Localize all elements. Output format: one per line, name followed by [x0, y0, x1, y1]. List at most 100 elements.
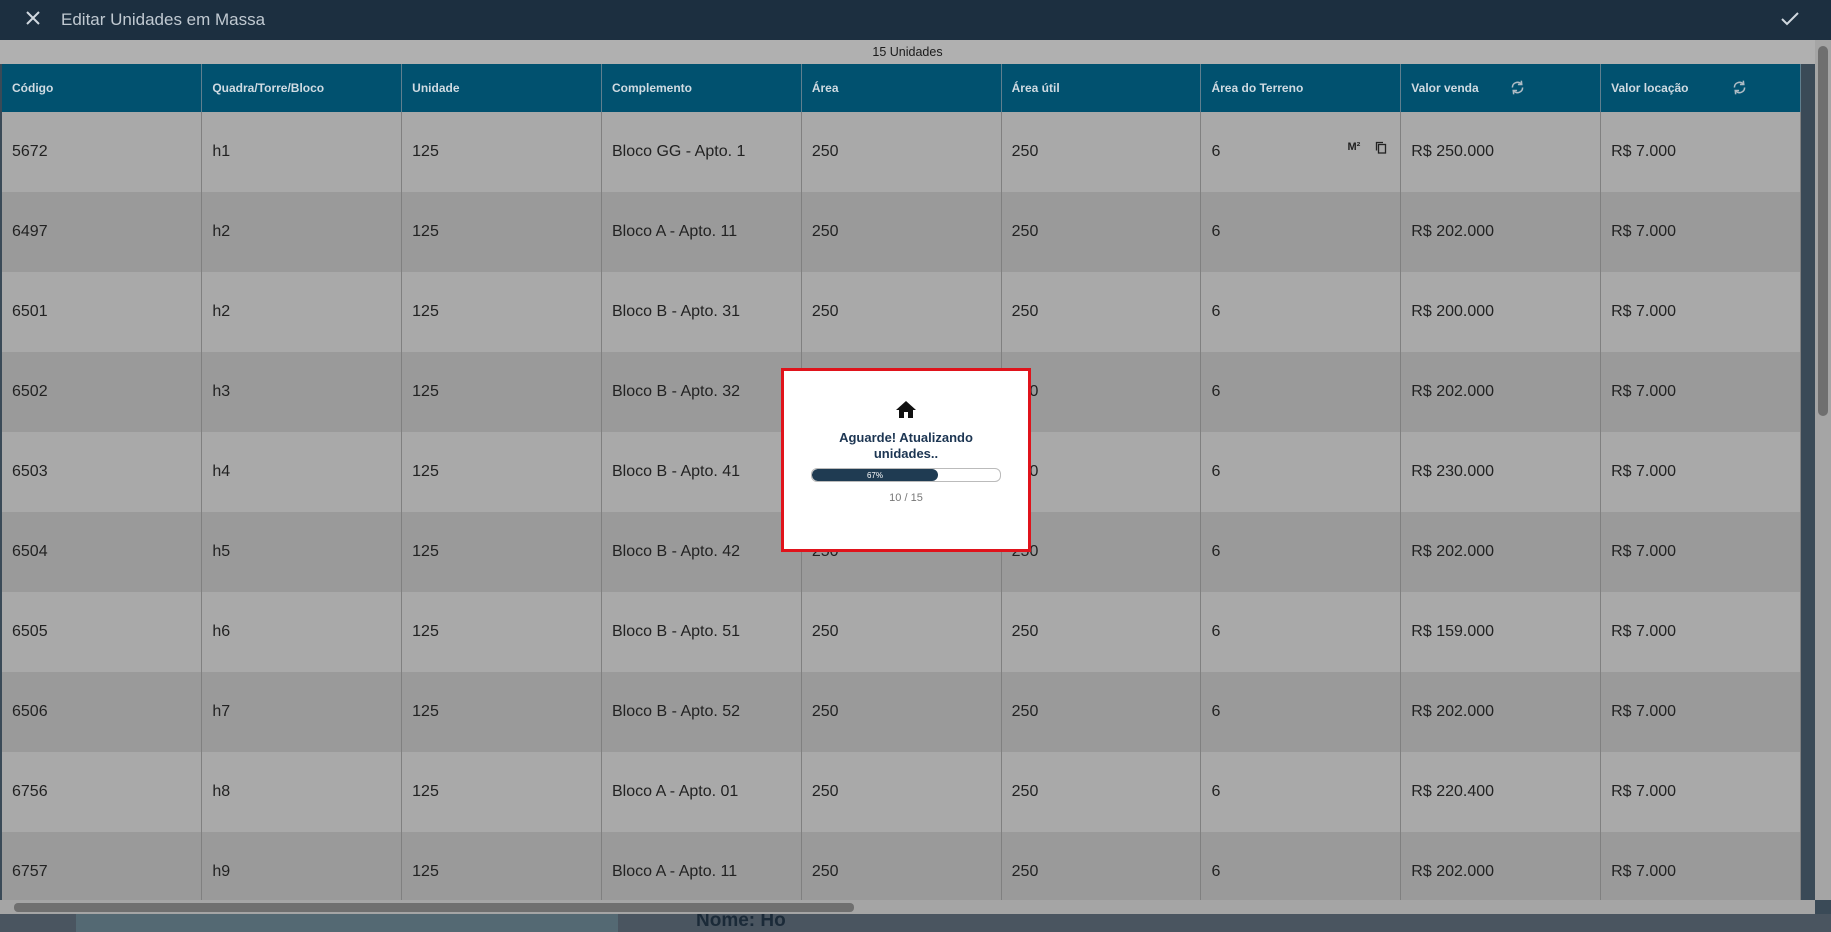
cell-valor-venda[interactable]: R$ 159.000 — [1400, 592, 1602, 672]
refresh-icon[interactable] — [1509, 79, 1526, 99]
cell-unidade[interactable]: 125 — [401, 192, 602, 272]
cell-area[interactable]: 250 — [801, 112, 1002, 192]
cell-codigo[interactable]: 6757 — [2, 832, 203, 900]
cell-valor-locacao[interactable]: R$ 7.000 — [1600, 112, 1801, 192]
cell-area[interactable]: 250 — [801, 672, 1002, 752]
cell-valor-venda[interactable]: R$ 220.400 — [1400, 752, 1602, 832]
cell-unidade[interactable]: 125 — [401, 592, 602, 672]
cell-unidade[interactable]: 125 — [401, 752, 602, 832]
cell-codigo[interactable]: 6503 — [2, 432, 203, 512]
cell-codigo[interactable]: 6502 — [2, 352, 203, 432]
cell-complemento[interactable]: Bloco A - Apto. 11 — [601, 192, 802, 272]
cell-valor-venda[interactable]: R$ 250.000 — [1400, 112, 1602, 192]
table-row[interactable]: 6497 h2 125 Bloco A - Apto. 11 250 250 6… — [2, 192, 1801, 272]
column-header[interactable]: Unidade — [401, 64, 602, 112]
copy-icon[interactable] — [1375, 141, 1387, 159]
cell-area-terreno[interactable]: 6 — [1200, 672, 1402, 752]
cell-area-util[interactable]: 250 — [1001, 832, 1202, 900]
cell-valor-locacao[interactable]: R$ 7.000 — [1600, 272, 1801, 352]
cell-area-terreno[interactable]: 6 — [1200, 752, 1402, 832]
cell-quadra[interactable]: h8 — [201, 752, 403, 832]
cell-complemento[interactable]: Bloco B - Apto. 32 — [601, 352, 802, 432]
cell-valor-venda[interactable]: R$ 202.000 — [1400, 352, 1602, 432]
cell-unidade[interactable]: 125 — [401, 672, 602, 752]
table-row[interactable]: 5672 h1 125 Bloco GG - Apto. 1 250 250 6… — [2, 112, 1801, 192]
cell-area[interactable]: 250 — [801, 752, 1002, 832]
cell-quadra[interactable]: h2 — [201, 272, 403, 352]
cell-valor-venda[interactable]: R$ 202.000 — [1400, 832, 1602, 900]
cell-valor-locacao[interactable]: R$ 7.000 — [1600, 352, 1801, 432]
cell-codigo[interactable]: 6501 — [2, 272, 203, 352]
cell-unidade[interactable]: 125 — [401, 352, 602, 432]
cell-unidade[interactable]: 125 — [401, 432, 602, 512]
cell-complemento[interactable]: Bloco B - Apto. 31 — [601, 272, 802, 352]
cell-area-util[interactable]: 250 — [1001, 752, 1202, 832]
cell-valor-locacao[interactable]: R$ 7.000 — [1600, 672, 1801, 752]
cell-area[interactable]: 250 — [801, 592, 1002, 672]
cell-complemento[interactable]: Bloco B - Apto. 41 — [601, 432, 802, 512]
confirm-button[interactable] — [1777, 8, 1803, 34]
cell-valor-venda[interactable]: R$ 230.000 — [1400, 432, 1602, 512]
column-header[interactable]: Quadra/Torre/Bloco — [201, 64, 403, 112]
cell-area-terreno[interactable]: 6 — [1200, 432, 1402, 512]
scrollbar-thumb[interactable] — [14, 903, 854, 912]
cell-complemento[interactable]: Bloco A - Apto. 11 — [601, 832, 802, 900]
cell-valor-locacao[interactable]: R$ 7.000 — [1600, 512, 1801, 592]
cell-unidade[interactable]: 125 — [401, 272, 602, 352]
cell-valor-locacao[interactable]: R$ 7.000 — [1600, 192, 1801, 272]
cell-area-terreno[interactable]: 6 — [1200, 272, 1402, 352]
refresh-icon[interactable] — [1731, 79, 1748, 99]
cell-codigo[interactable]: 5672 — [2, 112, 203, 192]
cell-codigo[interactable]: 6756 — [2, 752, 203, 832]
cell-area-terreno[interactable]: 6 — [1200, 592, 1402, 672]
cell-unidade[interactable]: 125 — [401, 112, 602, 192]
cell-quadra[interactable]: h9 — [201, 832, 403, 900]
cell-area-util[interactable]: 250 — [1001, 352, 1202, 432]
cell-valor-venda[interactable]: R$ 202.000 — [1400, 192, 1602, 272]
cell-area-util[interactable]: 250 — [1001, 432, 1202, 512]
cell-quadra[interactable]: h5 — [201, 512, 403, 592]
column-header[interactable]: Área do Terreno — [1200, 64, 1402, 112]
column-header[interactable]: Área — [801, 64, 1002, 112]
cell-codigo[interactable]: 6497 — [2, 192, 203, 272]
cell-complemento[interactable]: Bloco B - Apto. 42 — [601, 512, 802, 592]
cell-area-util[interactable]: 250 — [1001, 112, 1202, 192]
cell-area-util[interactable]: 250 — [1001, 672, 1202, 752]
cell-valor-venda[interactable]: R$ 202.000 — [1400, 512, 1602, 592]
cell-area-terreno[interactable]: 6 — [1200, 352, 1402, 432]
cell-area-terreno[interactable]: 6 — [1200, 512, 1402, 592]
cell-area-util[interactable]: 250 — [1001, 592, 1202, 672]
cell-codigo[interactable]: 6505 — [2, 592, 203, 672]
cell-unidade[interactable]: 125 — [401, 512, 602, 592]
cell-unidade[interactable]: 125 — [401, 832, 602, 900]
cell-quadra[interactable]: h2 — [201, 192, 403, 272]
cell-valor-locacao[interactable]: R$ 7.000 — [1600, 752, 1801, 832]
column-header[interactable]: Complemento — [601, 64, 802, 112]
cell-quadra[interactable]: h6 — [201, 592, 403, 672]
column-header[interactable]: Área útil — [1001, 64, 1202, 112]
cell-quadra[interactable]: h3 — [201, 352, 403, 432]
cell-codigo[interactable]: 6506 — [2, 672, 203, 752]
cell-area-util[interactable]: 250 — [1001, 192, 1202, 272]
column-header[interactable]: Código — [2, 64, 203, 112]
cell-area[interactable]: 250 — [801, 832, 1002, 900]
cell-area-terreno[interactable]: 6 — [1200, 832, 1402, 900]
horizontal-scrollbar[interactable] — [0, 900, 1815, 914]
table-row[interactable]: 6757 h9 125 Bloco A - Apto. 11 250 250 6… — [2, 832, 1801, 900]
cell-valor-locacao[interactable]: R$ 7.000 — [1600, 432, 1801, 512]
cell-valor-venda[interactable]: R$ 200.000 — [1400, 272, 1602, 352]
cell-area[interactable]: 250 — [801, 192, 1002, 272]
close-button[interactable] — [13, 0, 53, 40]
cell-area-terreno[interactable]: 6 — [1200, 192, 1402, 272]
cell-quadra[interactable]: h4 — [201, 432, 403, 512]
cell-area-util[interactable]: 250 — [1001, 512, 1202, 592]
cell-area-util[interactable]: 250 — [1001, 272, 1202, 352]
scrollbar-thumb[interactable] — [1818, 46, 1828, 416]
column-header-valor-locacao[interactable]: Valor locação — [1600, 64, 1801, 112]
vertical-scrollbar[interactable] — [1815, 40, 1831, 900]
cell-complemento[interactable]: Bloco GG - Apto. 1 — [601, 112, 802, 192]
table-row[interactable]: 6506 h7 125 Bloco B - Apto. 52 250 250 6… — [2, 672, 1801, 752]
unit-badge[interactable]: M² — [1347, 141, 1360, 153]
column-header-valor-venda[interactable]: Valor venda — [1400, 64, 1602, 112]
cell-valor-locacao[interactable]: R$ 7.000 — [1600, 832, 1801, 900]
